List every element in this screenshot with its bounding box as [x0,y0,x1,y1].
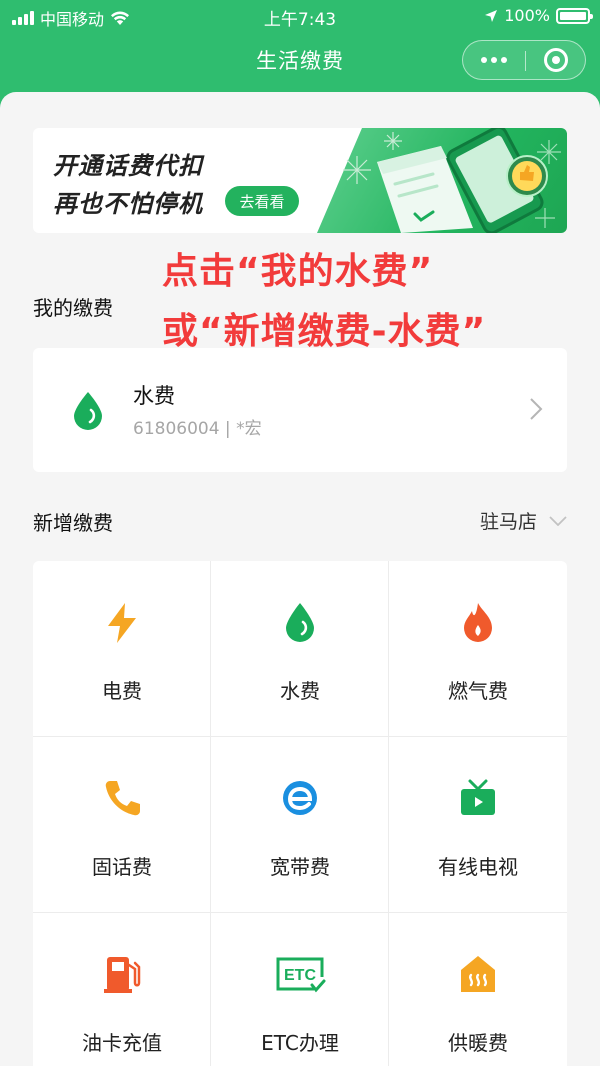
banner-phone-illustration-icon [343,128,561,233]
payment-item-label: 油卡充值 [82,1031,162,1055]
new-payment-title: 新增缴费 [33,511,113,535]
banner-subheadline: 再也不怕停机 [53,190,203,218]
payment-item-label: 宽带费 [270,855,330,879]
etc-icon: ETC [276,957,326,993]
chevron-down-icon [549,515,567,526]
battery-percent: 100% [504,6,550,25]
region-selector[interactable]: 驻马店 [480,507,567,534]
my-bills-title: 我的缴费 [33,296,113,320]
close-button[interactable] [526,41,586,79]
status-bar: 中国移动 上午7:43 100% [0,0,600,32]
payment-item-landline[interactable]: 固话费 [33,737,211,913]
payment-item-cable-tv[interactable]: 有线电视 [389,737,567,913]
banner-view-button[interactable]: 去看看 [225,186,299,216]
svg-text:ETC: ETC [284,967,316,984]
status-right: 100% [484,6,593,25]
bill-name: 水费 [133,384,175,408]
payment-type-grid: 电费 水费 燃气费 固话费 宽带费 有线电视 油卡充值 ETC ETC办理 供暖… [33,561,567,1066]
instruction-annotation-line1: 点击“我的水费” [162,251,434,292]
chevron-right-icon [530,398,543,420]
lightning-icon [108,603,136,643]
payment-item-heating[interactable]: 供暖费 [389,913,567,1066]
heating-icon [461,956,495,992]
payment-item-label: 固话费 [92,855,152,879]
more-dots-icon [481,57,487,63]
payment-item-electricity[interactable]: 电费 [33,561,211,737]
payment-item-label: 电费 [102,679,142,703]
content-sheet: 开通话费代扣 再也不怕停机 去看看 点击“我的水费” 或“新增缴费-水费” 我的… [0,92,600,1066]
payment-item-gas[interactable]: 燃气费 [389,561,567,737]
payment-item-label: ETC办理 [261,1031,339,1055]
payment-item-label: 供暖费 [448,1031,508,1055]
banner-headline: 开通话费代扣 [53,152,203,180]
payment-item-water[interactable]: 水费 [211,561,389,737]
instruction-annotation-line2: 或“新增缴费-水费” [162,311,487,352]
water-drop-icon [286,603,314,642]
tv-icon [461,779,495,815]
fuel-icon [104,957,141,993]
broadband-icon [283,781,317,815]
location-arrow-icon [485,9,498,22]
payment-item-label: 有线电视 [438,855,518,879]
payment-item-fuel-card[interactable]: 油卡充值 [33,913,211,1066]
more-button[interactable] [463,41,525,79]
payment-item-label: 燃气费 [448,679,508,703]
region-label: 驻马店 [479,511,537,533]
payment-item-etc[interactable]: ETC ETC办理 [211,913,389,1066]
mini-program-capsule [462,40,586,80]
payment-item-label: 水费 [280,679,320,703]
close-circle-icon [544,48,568,72]
payment-item-broadband[interactable]: 宽带费 [211,737,389,913]
flame-icon [464,603,492,642]
promo-banner[interactable]: 开通话费代扣 再也不怕停机 去看看 [33,128,567,233]
nav-bar: 生活缴费 [0,32,600,88]
bill-account: 61806004 | *宏 [133,419,262,439]
battery-icon [556,7,593,24]
water-drop-icon [74,392,102,430]
my-bill-item-water[interactable]: 水费 61806004 | *宏 [33,348,567,472]
phone-icon [105,781,140,816]
